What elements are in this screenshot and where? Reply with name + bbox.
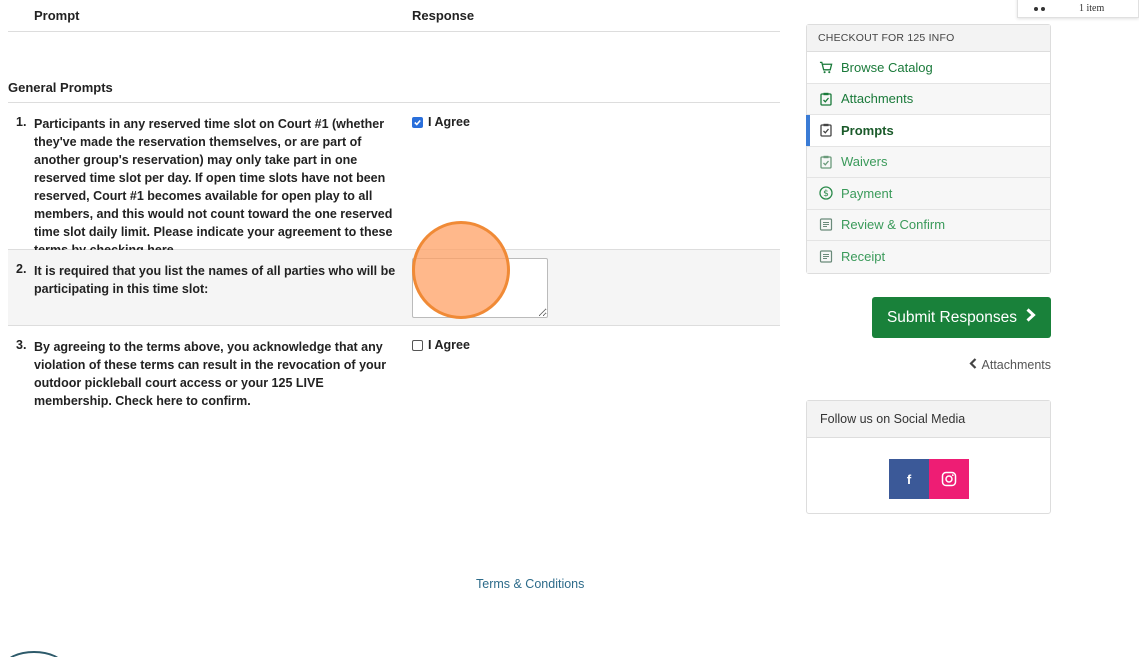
sidebar-item-prompts[interactable]: Prompts [806, 115, 1050, 147]
sidebar-item-waivers[interactable]: Waivers [807, 146, 1050, 178]
agree-label: I Agree [428, 115, 470, 129]
clipboard-check-icon [819, 155, 833, 169]
prompt-number: 1. [16, 115, 27, 129]
clipboard-check-icon [819, 92, 833, 106]
sidebar-item-label: Prompts [841, 122, 894, 138]
header-response: Response [412, 8, 475, 23]
submit-responses-button[interactable]: Submit Responses [872, 297, 1051, 338]
section-title: General Prompts [8, 80, 113, 95]
chevron-right-icon [1025, 308, 1036, 327]
prompt-text: By agreeing to the terms above, you ackn… [34, 340, 387, 408]
sidebar-item-label: Receipt [841, 249, 886, 265]
sidebar-item-attachments[interactable]: Attachments [807, 83, 1050, 115]
sidebar-item-label: Waivers [841, 154, 888, 170]
clipboard-check-icon [819, 123, 833, 137]
facebook-icon[interactable]: f [889, 459, 929, 499]
table-row: 2. It is required that you list the name… [8, 250, 780, 326]
social-media-panel: Follow us on Social Media f [806, 400, 1051, 514]
cart-icon [819, 60, 833, 74]
agree-label: I Agree [428, 338, 470, 352]
instagram-icon[interactable] [929, 459, 969, 499]
logo [4, 651, 64, 657]
back-link-label: Attachments [981, 358, 1051, 372]
prompt-text: It is required that you list the names o… [34, 264, 396, 296]
sidebar-item-label: Payment [841, 185, 893, 201]
social-icons: f [889, 459, 969, 499]
sidebar-item-payment[interactable]: $ Payment [807, 178, 1050, 210]
chevron-left-icon [968, 358, 977, 372]
prompts-table: Prompt Response General Prompts 1. Parti… [8, 0, 780, 408]
prompt-text: Participants in any reserved time slot o… [34, 117, 393, 257]
submit-label: Submit Responses [886, 308, 1018, 326]
facebook-glyph: f [906, 471, 912, 487]
cart-widget[interactable]: 1 item [1017, 0, 1139, 18]
terms-conditions-link[interactable]: Terms & Conditions [476, 577, 584, 591]
social-title: Follow us on Social Media [807, 401, 1050, 438]
sidebar-item-label: Browse Catalog [841, 59, 933, 75]
table-header: Prompt Response [8, 0, 780, 32]
checkbox-unchecked-icon[interactable] [412, 339, 423, 351]
table-row: 1. Participants in any reserved time slo… [8, 103, 780, 257]
agree-checkbox-1[interactable]: I Agree [412, 115, 470, 129]
header-prompt: Prompt [34, 8, 80, 23]
sidebar-item-receipt[interactable]: Receipt [807, 241, 1050, 273]
cart-icon [1034, 6, 1045, 11]
receipt-icon [819, 250, 833, 264]
checkout-sidebar: CHECKOUT FOR 125 INFO Browse Catalog Att… [806, 24, 1051, 274]
agree-checkbox-3[interactable]: I Agree [412, 338, 470, 352]
back-to-attachments-link[interactable]: Attachments [968, 358, 1051, 372]
cart-count: 1 item [1079, 3, 1105, 14]
svg-text:$: $ [823, 189, 829, 199]
receipt-icon [819, 218, 833, 232]
sidebar-title: CHECKOUT FOR 125 INFO [807, 25, 1050, 52]
sidebar-item-label: Review & Confirm [841, 217, 946, 233]
sidebar-item-review-confirm[interactable]: Review & Confirm [807, 209, 1050, 241]
prompt-number: 3. [16, 338, 27, 352]
checkbox-checked-icon[interactable] [412, 116, 423, 128]
participants-textarea[interactable] [412, 258, 548, 318]
dollar-circle-icon: $ [819, 186, 833, 200]
sidebar-item-browse-catalog[interactable]: Browse Catalog [807, 52, 1050, 84]
sidebar-item-label: Attachments [841, 91, 914, 107]
table-row: 3. By agreeing to the terms above, you a… [8, 326, 780, 416]
prompt-number: 2. [16, 262, 27, 276]
